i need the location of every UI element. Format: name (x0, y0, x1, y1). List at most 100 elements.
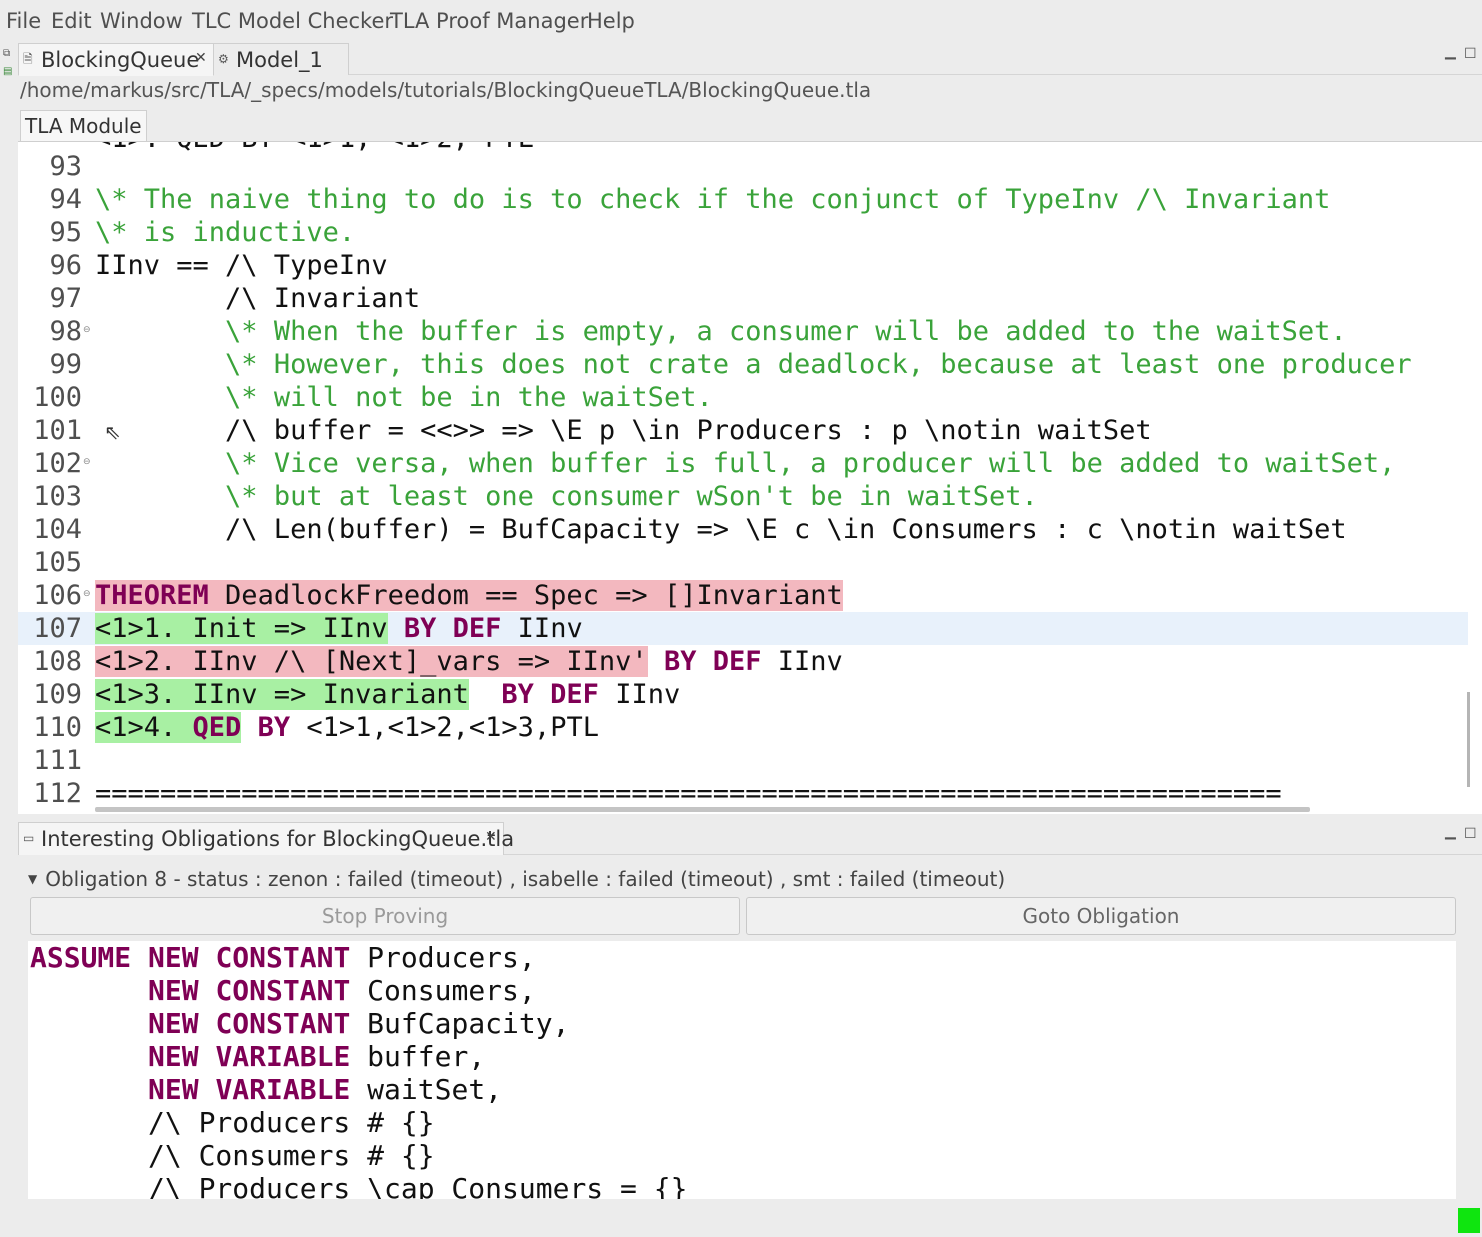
code-line[interactable]: 106 ⊖ THEOREM DeadlockFreedom == Spec => [… (18, 579, 1468, 612)
tla-file-icon: 🗎 (23, 52, 33, 66)
tab-blockingqueue[interactable]: 🗎 BlockingQueue ✕ (18, 43, 214, 76)
code-line[interactable]: 107 <1>1. Init => IInv BY DEF IInv (18, 612, 1468, 645)
line-number: 105 (33, 547, 82, 578)
menu-tlc-model-checker[interactable]: TLC Model Checker (192, 9, 393, 33)
code-line[interactable]: 97 /\ Invariant (18, 282, 1468, 315)
code-line[interactable]: 111 (18, 744, 1468, 777)
code-token: \* but at least one consumer wSon't be i… (225, 481, 1038, 512)
menu-help[interactable]: Help (587, 9, 635, 33)
code-text: ASSUME NEW CONSTANT Producers, (30, 941, 536, 974)
restore-icon[interactable]: ⧉ (3, 48, 10, 59)
code-editor[interactable]: <1>. QED BY <1>1, <1>2, PTL 9394\* The n… (18, 141, 1482, 814)
line-number: 100 (33, 382, 82, 413)
code-line[interactable]: 103 \* but at least one consumer wSon't … (18, 480, 1468, 513)
code-text: NEW CONSTANT BufCapacity, (30, 1007, 569, 1040)
code-line[interactable]: 105 (18, 546, 1468, 579)
code-line[interactable]: 93 (18, 150, 1468, 183)
tab-model-1[interactable]: ⚙ Model_1 (213, 43, 349, 75)
code-token: \* will not be in the waitSet. (225, 382, 713, 413)
code-token: DeadlockFreedom == Spec => []Invariant (208, 580, 843, 611)
code-text: <1>1. Init => IInv BY DEF IInv (95, 612, 583, 645)
code-line[interactable]: 102 ⊖ \* Vice versa, when buffer is full,… (18, 447, 1468, 480)
line-number: 94 (49, 184, 82, 215)
code-line[interactable]: 99 \* However, this does not crate a dea… (18, 348, 1468, 381)
goto-obligation-button[interactable]: Goto Obligation (746, 897, 1456, 935)
line-number: 110 (33, 712, 82, 743)
fold-icon[interactable]: ⊖ (83, 589, 91, 599)
line-number: 107 (33, 613, 82, 644)
code-line[interactable]: 108 <1>2. IInv /\ [Next]_vars => IInv' BY… (18, 645, 1468, 678)
menu-file[interactable]: File (6, 9, 41, 33)
menu-window[interactable]: Window (100, 9, 183, 33)
vertical-scrollbar[interactable] (1467, 692, 1470, 787)
minimize-icon[interactable]: ▁ (1445, 44, 1456, 60)
code-token: THEOREM (95, 580, 209, 611)
minimize-icon[interactable]: ▁ (1445, 824, 1456, 840)
code-text: \* is inductive. (95, 216, 355, 249)
obligation-line: /\ Consumers # {} (28, 1139, 1456, 1172)
code-line[interactable]: 109 <1>3. IInv => Invariant BY DEF IInv (18, 678, 1468, 711)
fold-icon[interactable]: ⊖ (83, 457, 91, 467)
code-text: /\ Len(buffer) = BufCapacity => \E c \in… (95, 513, 1347, 546)
fold-icon[interactable]: ⊖ (83, 325, 91, 335)
obligation-header[interactable]: ▼ Obligation 8 - status : zenon : failed … (28, 867, 1005, 891)
mouse-cursor-icon: ⇖ (104, 420, 121, 444)
code-text: /\ buffer = <<>> => \E p \in Producers :… (95, 414, 1152, 447)
code-text: /\ Consumers # {} (30, 1139, 435, 1172)
outline-icon[interactable]: ▤ (3, 66, 12, 77)
code-line[interactable]: 98 ⊖ \* When the buffer is empty, a consu… (18, 315, 1468, 348)
code-line[interactable]: 95 \* is inductive. (18, 216, 1468, 249)
line-number: 106 (33, 580, 82, 611)
obligation-status: Obligation 8 - status : zenon : failed (… (45, 867, 1006, 891)
close-icon[interactable]: ✕ (485, 829, 497, 845)
code-token: Consumers, (350, 974, 536, 1007)
code-token: BY (257, 712, 291, 743)
code-text: NEW VARIABLE waitSet, (30, 1073, 502, 1106)
menu-edit[interactable]: Edit (51, 9, 92, 33)
code-text: \* When the buffer is empty, a consumer … (95, 315, 1347, 348)
side-trim: ⧉ ▤ (0, 44, 18, 84)
collapse-arrow-icon[interactable]: ▼ (28, 872, 37, 886)
code-line[interactable]: 104 /\ Len(buffer) = BufCapacity => \E c… (18, 513, 1468, 546)
close-icon[interactable]: ✕ (195, 50, 207, 66)
tab-tla-module[interactable]: TLA Module (20, 110, 147, 143)
tab-label: BlockingQueue (41, 48, 200, 72)
code-text: <1>3. IInv => Invariant BY DEF IInv (95, 678, 680, 711)
tab-interesting-obligations[interactable]: ▭ Interesting Obligations for BlockingQu… (18, 822, 514, 855)
stop-proving-button[interactable]: Stop Proving (30, 897, 740, 935)
code-token: /\ Invariant (95, 283, 421, 314)
code-line[interactable]: 110 <1>4. QED BY <1>1,<1>2,<1>3,PTL (18, 711, 1468, 744)
obligation-line: /\ Producers # {} (28, 1106, 1456, 1139)
code-token: <1>1,<1>2,<1>3,PTL (290, 712, 599, 743)
code-text: NEW VARIABLE buffer, (30, 1040, 485, 1073)
code-line[interactable]: 101 /\ buffer = <<>> => \E p \in Produce… (18, 414, 1468, 447)
file-path: /home/markus/src/TLA/_specs/models/tutor… (20, 78, 872, 102)
code-line[interactable]: 112 =====================================… (18, 777, 1468, 810)
horizontal-scrollbar[interactable] (95, 807, 1310, 812)
code-token: <1>2. IInv /\ [Next]_vars => IInv' (95, 646, 648, 677)
editor-tabbar: 🗎 BlockingQueue ✕ ⚙ Model_1 ▁ ☐ (18, 40, 1482, 76)
code-line[interactable]: 96 IInv == /\ TypeInv (18, 249, 1468, 282)
code-token: <1>3. IInv => Invariant (95, 679, 469, 710)
maximize-icon[interactable]: ☐ (1464, 46, 1477, 62)
line-number: 104 (33, 514, 82, 545)
code-token: IInv (761, 646, 843, 677)
menu-tla-proof-manager[interactable]: TLA Proof Manager (390, 9, 588, 33)
code-text: \* Vice versa, when buffer is full, a pr… (95, 447, 1395, 480)
code-line[interactable]: 94 \* The naive thing to do is to check i… (18, 183, 1468, 216)
code-token: IInv == /\ TypeInv (95, 250, 388, 281)
code-text: /\ Invariant (95, 282, 420, 315)
maximize-icon[interactable]: ☐ (1464, 826, 1477, 842)
obligation-line: /\ Producers \cap Consumers = {} (28, 1172, 1456, 1199)
obligations-tabbar: ▭ Interesting Obligations for BlockingQu… (18, 820, 1482, 855)
code-line[interactable]: 100 \* will not be in the waitSet. (18, 381, 1468, 414)
